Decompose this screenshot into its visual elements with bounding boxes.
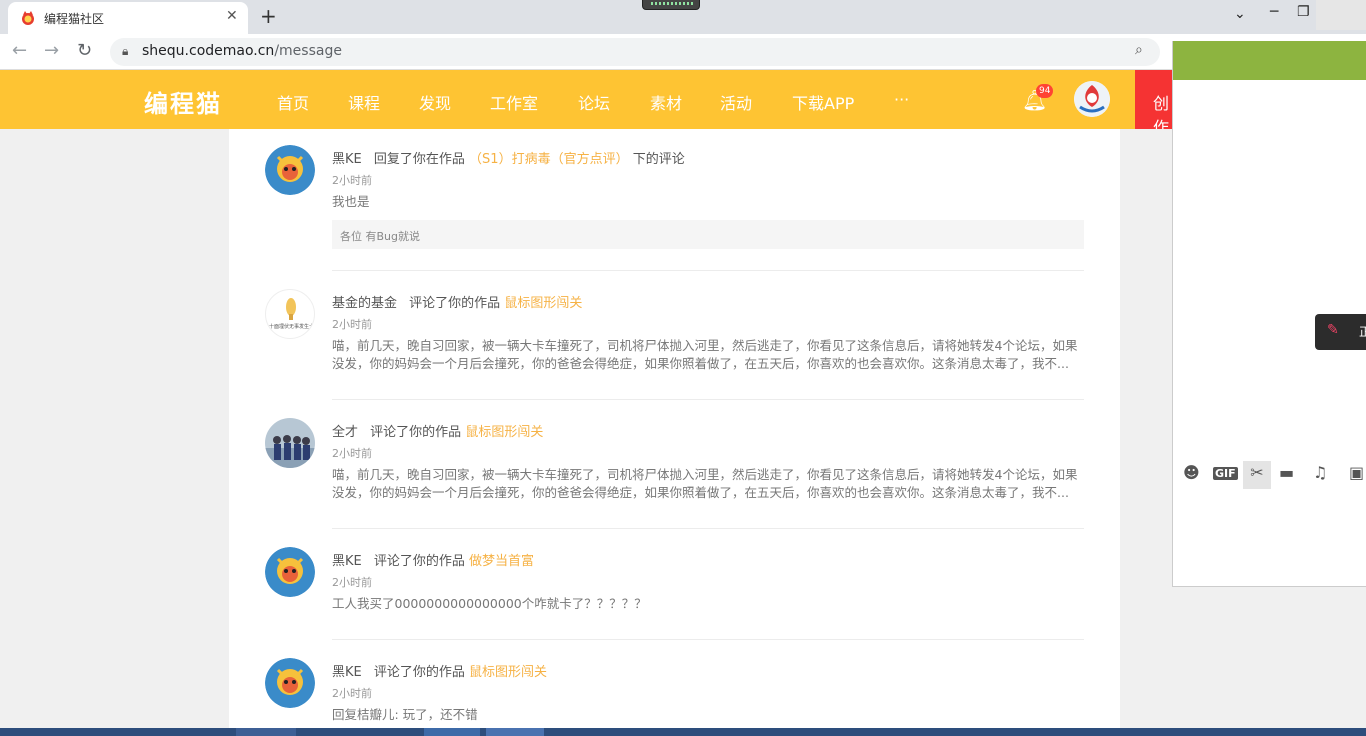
avatar[interactable] — [1074, 81, 1110, 117]
nav-forum[interactable]: 论坛 — [578, 90, 610, 114]
message-time: 2小时前 — [332, 687, 372, 700]
restore-button[interactable]: ❐ — [1297, 4, 1310, 20]
forward-icon[interactable]: → — [44, 40, 59, 61]
message-header: 黑KE 评论了你的作品 做梦当首富 — [332, 550, 534, 569]
site-logo[interactable]: 编程猫 — [144, 84, 222, 119]
taskbar-item[interactable] — [424, 728, 480, 736]
nav-home[interactable]: 首页 — [277, 90, 309, 114]
gif-icon[interactable]: GIF — [1213, 467, 1238, 480]
message-body: 喵，前几天，晚自习回家，被一辆大卡车撞死了，司机将尸体抛入河里，然后逃走了，你看… — [332, 467, 1078, 500]
tab-close-icon[interactable]: ✕ — [226, 8, 238, 24]
codemao-favicon-icon — [22, 11, 34, 25]
nav-courses[interactable]: 课程 — [348, 90, 380, 114]
message-work-link[interactable]: （S1）打病毒（官方点评） — [469, 152, 629, 167]
site-header: 编程猫 首页 课程 发现 工作室 论坛 素材 活动 下载APP ··· 🔔︎ 9… — [0, 70, 1366, 129]
message-body: 我也是 — [332, 194, 370, 209]
mute-text: 正 — [1359, 325, 1366, 339]
divider — [332, 639, 1084, 640]
message-action: 评论了你的作品 — [370, 425, 462, 440]
avatar-caption: 十面埋伏无事发生十 — [269, 324, 315, 330]
nav-activities[interactable]: 活动 — [720, 90, 752, 114]
chat-title-bar[interactable] — [1173, 41, 1366, 80]
avatar[interactable] — [265, 145, 315, 195]
lock-icon: 🔒︎ — [122, 44, 129, 58]
message-user[interactable]: 黑KE — [332, 665, 362, 680]
divider — [332, 399, 1084, 400]
taskbar-item[interactable] — [236, 728, 296, 736]
message-user[interactable]: 基金的基金 — [332, 296, 397, 311]
message-work-link[interactable]: 鼠标图形闯关 — [504, 296, 582, 311]
folder-icon[interactable]: ▬ — [1279, 463, 1294, 482]
message-time: 2小时前 — [332, 174, 372, 187]
message-time: 2小时前 — [332, 576, 372, 589]
address-bar: ← → ↻ 🔒︎ shequ.codemao.cn/message ⌕ — [0, 34, 1366, 70]
browser-tabbar: 编程猫社区 ✕ + ⌄ ─ ❐ — [0, 0, 1366, 34]
message-body: 喵，前几天，晚自习回家，被一辆大卡车撞死了，司机将尸体抛入河里，然后逃走了，你看… — [332, 338, 1078, 371]
message-action: 回复了你在作品 — [373, 152, 465, 167]
image-icon[interactable]: ▣ — [1349, 463, 1364, 482]
message-user[interactable]: 黑KE — [332, 554, 362, 569]
message-quote: 各位 有Bug就说 — [332, 220, 1084, 249]
browser-tab[interactable]: 编程猫社区 ✕ — [8, 2, 248, 34]
message-header: 黑KE 评论了你的作品 鼠标图形闯关 — [332, 661, 547, 680]
music-icon[interactable]: ♫ — [1313, 463, 1327, 482]
url-input[interactable]: 🔒︎ shequ.codemao.cn/message — [110, 38, 1160, 66]
taskbar-item[interactable] — [486, 728, 544, 736]
message-work-link[interactable]: 鼠标图形闯关 — [469, 665, 547, 680]
message-header: 全才 评论了你的作品 鼠标图形闯关 — [332, 421, 543, 440]
new-tab-button[interactable]: + — [260, 4, 277, 28]
message-work-link[interactable]: 鼠标图形闯关 — [465, 425, 543, 440]
avatar[interactable]: 十面埋伏无事发生十 — [265, 289, 315, 339]
media-indicator — [642, 0, 700, 10]
nav-studio[interactable]: 工作室 — [490, 90, 538, 114]
minimize-button[interactable]: ─ — [1270, 4, 1278, 20]
smile-icon[interactable]: ☻ — [1183, 463, 1200, 482]
tab-title: 编程猫社区 — [44, 12, 105, 26]
mic-off-icon: ✎ — [1327, 322, 1339, 338]
tab-search-icon[interactable]: ⌄ — [1234, 6, 1246, 22]
reload-icon[interactable]: ↻ — [77, 40, 92, 61]
chat-toolbar: ☻ GIF ✂ ▬ ♫ ▣ — [1173, 459, 1366, 491]
notification-badge: 94 — [1036, 84, 1054, 98]
avatar[interactable] — [265, 547, 315, 597]
message-list: 黑KE 回复了你在作品 （S1）打病毒（官方点评） 下的评论 2小时前 我也是 … — [229, 129, 1120, 729]
scissors-icon[interactable]: ✂ — [1243, 461, 1271, 489]
message-action: 评论了你的作品 — [373, 554, 465, 569]
message-body: 回复桔瓣儿: 玩了，还不错 — [332, 707, 478, 722]
avatar[interactable] — [265, 658, 315, 708]
message-body: 工人我买了0000000000000000个咋就卡了？？？？？ — [332, 596, 647, 611]
divider — [332, 528, 1084, 529]
create-button[interactable]: 创作 — [1135, 70, 1175, 129]
message-action: 评论了你的作品 — [409, 296, 501, 311]
message-user[interactable]: 黑KE — [332, 152, 362, 167]
message-action: 评论了你的作品 — [373, 665, 465, 680]
nav-materials[interactable]: 素材 — [650, 90, 682, 114]
message-header: 黑KE 回复了你在作品 （S1）打病毒（官方点评） 下的评论 — [332, 148, 685, 167]
url-text: shequ.codemao.cn/message — [142, 43, 342, 59]
nav-download-app[interactable]: 下载APP — [792, 90, 854, 114]
nav-discover[interactable]: 发现 — [419, 90, 451, 114]
message-header: 基金的基金 评论了你的作品 鼠标图形闯关 — [332, 292, 582, 311]
avatar[interactable] — [265, 418, 315, 468]
nav-more[interactable]: ··· — [894, 90, 909, 109]
message-user[interactable]: 全才 — [332, 425, 358, 440]
divider — [332, 270, 1084, 271]
os-taskbar — [0, 728, 1366, 736]
message-time: 2小时前 — [332, 447, 372, 460]
window-close-button[interactable] — [1316, 0, 1366, 30]
zoom-icon[interactable]: ⌕ — [1135, 42, 1143, 58]
back-icon[interactable]: ← — [12, 40, 27, 61]
mute-indicator[interactable]: ✎ 正 — [1315, 314, 1366, 350]
message-suffix: 下的评论 — [632, 152, 685, 167]
message-time: 2小时前 — [332, 318, 372, 331]
message-work-link[interactable]: 做梦当首富 — [469, 554, 534, 569]
